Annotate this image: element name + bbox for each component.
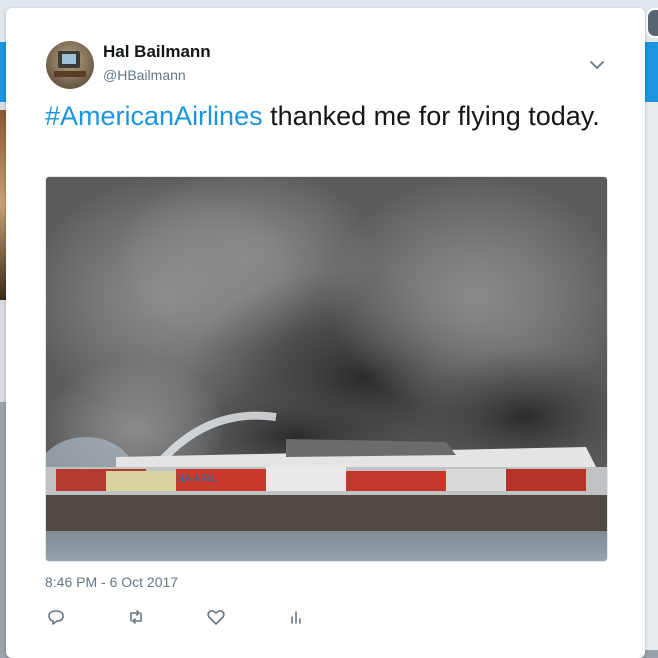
author-handle[interactable]: @HBailmann — [103, 67, 186, 83]
analytics-icon — [291, 611, 301, 624]
photo-airplane-fire: NA AIRL — [46, 177, 607, 561]
retweet-icon — [130, 610, 142, 624]
tweet-text: #AmericanAirlines thanked me for flying … — [45, 100, 605, 133]
tweet-photo[interactable]: NA AIRL — [45, 176, 608, 562]
author-name[interactable]: Hal Bailmann — [103, 42, 211, 62]
avatar[interactable] — [46, 41, 94, 89]
like-button[interactable] — [205, 606, 227, 628]
background-right-panel — [645, 102, 658, 650]
tweet-card: Hal Bailmann @HBailmann #AmericanAirline… — [6, 8, 645, 658]
avatar-tv-graphic — [58, 51, 80, 68]
reply-button[interactable] — [45, 606, 67, 628]
tweet-menu-button[interactable] — [586, 54, 608, 76]
tweet-timestamp[interactable]: 8:46 PM - 6 Oct 2017 — [45, 574, 178, 590]
background-avatar — [646, 8, 658, 38]
analytics-button[interactable] — [285, 606, 307, 628]
heart-icon — [207, 609, 225, 625]
reply-icon — [48, 610, 64, 625]
tweet-actions — [45, 606, 345, 628]
chevron-down-icon — [590, 61, 604, 69]
retweet-button[interactable] — [125, 606, 147, 628]
tweet-text-body: thanked me for flying today. — [262, 101, 600, 131]
avatar-table-graphic — [54, 71, 86, 77]
photo-fuselage-text: NA AIRL — [176, 473, 218, 485]
hashtag-link[interactable]: #AmericanAirlines — [45, 101, 263, 131]
